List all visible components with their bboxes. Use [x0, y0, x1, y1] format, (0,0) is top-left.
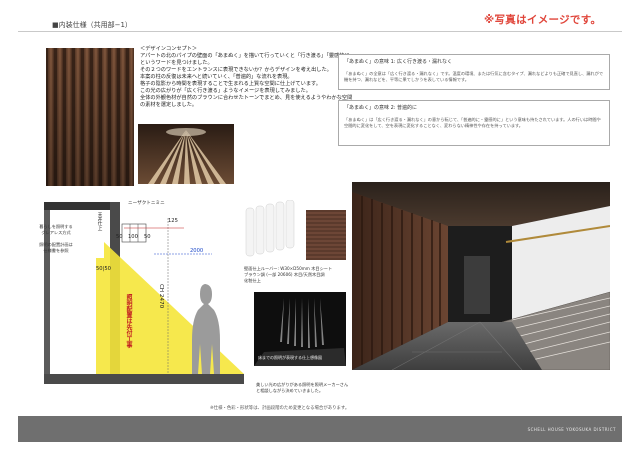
- meaning-box-2: 「あまぬく」の意味 2: 普遍的に 「あまぬく」は「広く行き渡る・漏れなく」の意…: [338, 100, 610, 146]
- concept-line: 格子の陰影から時間を表現することで生まれる上質な空間に仕上げています。: [140, 81, 321, 87]
- dim-100: 100: [128, 234, 138, 240]
- footnote: ※仕様・色彩・形状等は、計画段階のため変更となる場合があります。: [210, 406, 350, 411]
- louver-photo: [46, 48, 134, 186]
- concept-line: の素材を選定しました。: [140, 102, 198, 108]
- concept-line: 全体の外観色材が自然のブラウンに合わせたトーンでまとめ、見を使えるようやわかな空…: [140, 95, 353, 101]
- bottom-caption-line: と相談しながら決めていきました。: [256, 388, 324, 393]
- footer-brand: SCHELL HOUSE YOKOSUKA DISTRICT: [527, 427, 616, 432]
- concept-line: その２つのワードをエントランスに表現できないか？からデザインを考え出した。: [140, 67, 332, 73]
- corridor-render: [352, 182, 610, 370]
- lighting-photo: 床までの照明が表現する仕上想像図: [254, 292, 346, 366]
- header-divider: [18, 31, 622, 32]
- left-note: 暮らしを照明する グレアレス方式 照明の配置計画は 仕様書を参照: [36, 224, 76, 254]
- meaning-box-1: 「あまぬく」の意味 1: 広く行き渡る・漏れなく 「あまぬく」の全意は「広く行き…: [338, 54, 610, 90]
- dim-125: 125: [168, 218, 178, 224]
- section-diagram: 暮らしを照明する グレアレス方式 照明の配置計画は 仕様書を参照 ニーザクトニミ…: [39, 198, 244, 388]
- dim-50b: 50: [144, 234, 151, 240]
- dim-2000: 2000: [190, 248, 204, 254]
- bottom-caption: 美しい光の広がりがある照明を照明メーカーさん と相談しながら決めていきました。: [256, 382, 348, 394]
- light-label: 照明配置は先付工事: [125, 294, 132, 348]
- left-note-line: グレアレス方式: [41, 230, 71, 235]
- section-title: ■内装仕様（共用部−1）: [52, 21, 132, 29]
- wall-top-label: ニーザクトニミニ: [128, 201, 165, 206]
- concept-line: アパートの北のパイプの壁面の「あまぬく」を描いて行っていくと「行き渡る」「靈感的…: [140, 53, 355, 59]
- meaning-box-title: 「あまぬく」の意味 2: 普遍的に: [344, 105, 418, 111]
- white-louver-sample: [240, 199, 300, 260]
- ch-label: CH 2470: [158, 284, 164, 309]
- concept-heading: ＜デザインコンセプト＞: [140, 46, 198, 52]
- design-concept: ＜デザインコンセプト＞ アパートの北のパイプの壁面の「あまぬく」を描いて行ってい…: [140, 46, 355, 109]
- concept-line: この光の広がりが「広く行き渡る」ようなイメージを表現してみました。: [140, 88, 311, 94]
- meaning-box-title: 「あまぬく」の意味 1: 広く行き渡る・漏れなく: [344, 59, 453, 65]
- wood-sample: [306, 210, 346, 260]
- material-caption: 壁面仕上ルーバー: W30×D50mm 木目シート ブラウン調 (一部 2060…: [244, 266, 364, 284]
- dim-50a: 50: [116, 234, 123, 240]
- material-caption-line: 化粧仕上: [244, 278, 261, 283]
- light-pattern-photo: [138, 124, 234, 184]
- meaning-box-body: 「あまぬく」は「広く行き渡る・漏れなく」の意から転じて、「普遍的に・靈感的に」と…: [344, 117, 601, 128]
- ceiling-label: 天井仕上: [97, 212, 102, 231]
- left-note-line: 仕様書を参照: [43, 248, 69, 253]
- lighting-photo-caption: 床までの照明が表現する仕上想像図: [258, 355, 322, 360]
- concept-line: 本案の柱の反復は未来へと続いていく、「普遍的」な流れを表現。: [140, 74, 293, 80]
- image-notice: ※写真はイメージです。: [484, 14, 602, 26]
- concept-line: というワードを見つけました。: [140, 60, 213, 66]
- meaning-box-body: 「あまぬく」の全意は「広く行き渡る・漏れなく」です。温度の環境、または行気に含む…: [344, 71, 604, 82]
- dim-5050: 50|50: [96, 266, 111, 272]
